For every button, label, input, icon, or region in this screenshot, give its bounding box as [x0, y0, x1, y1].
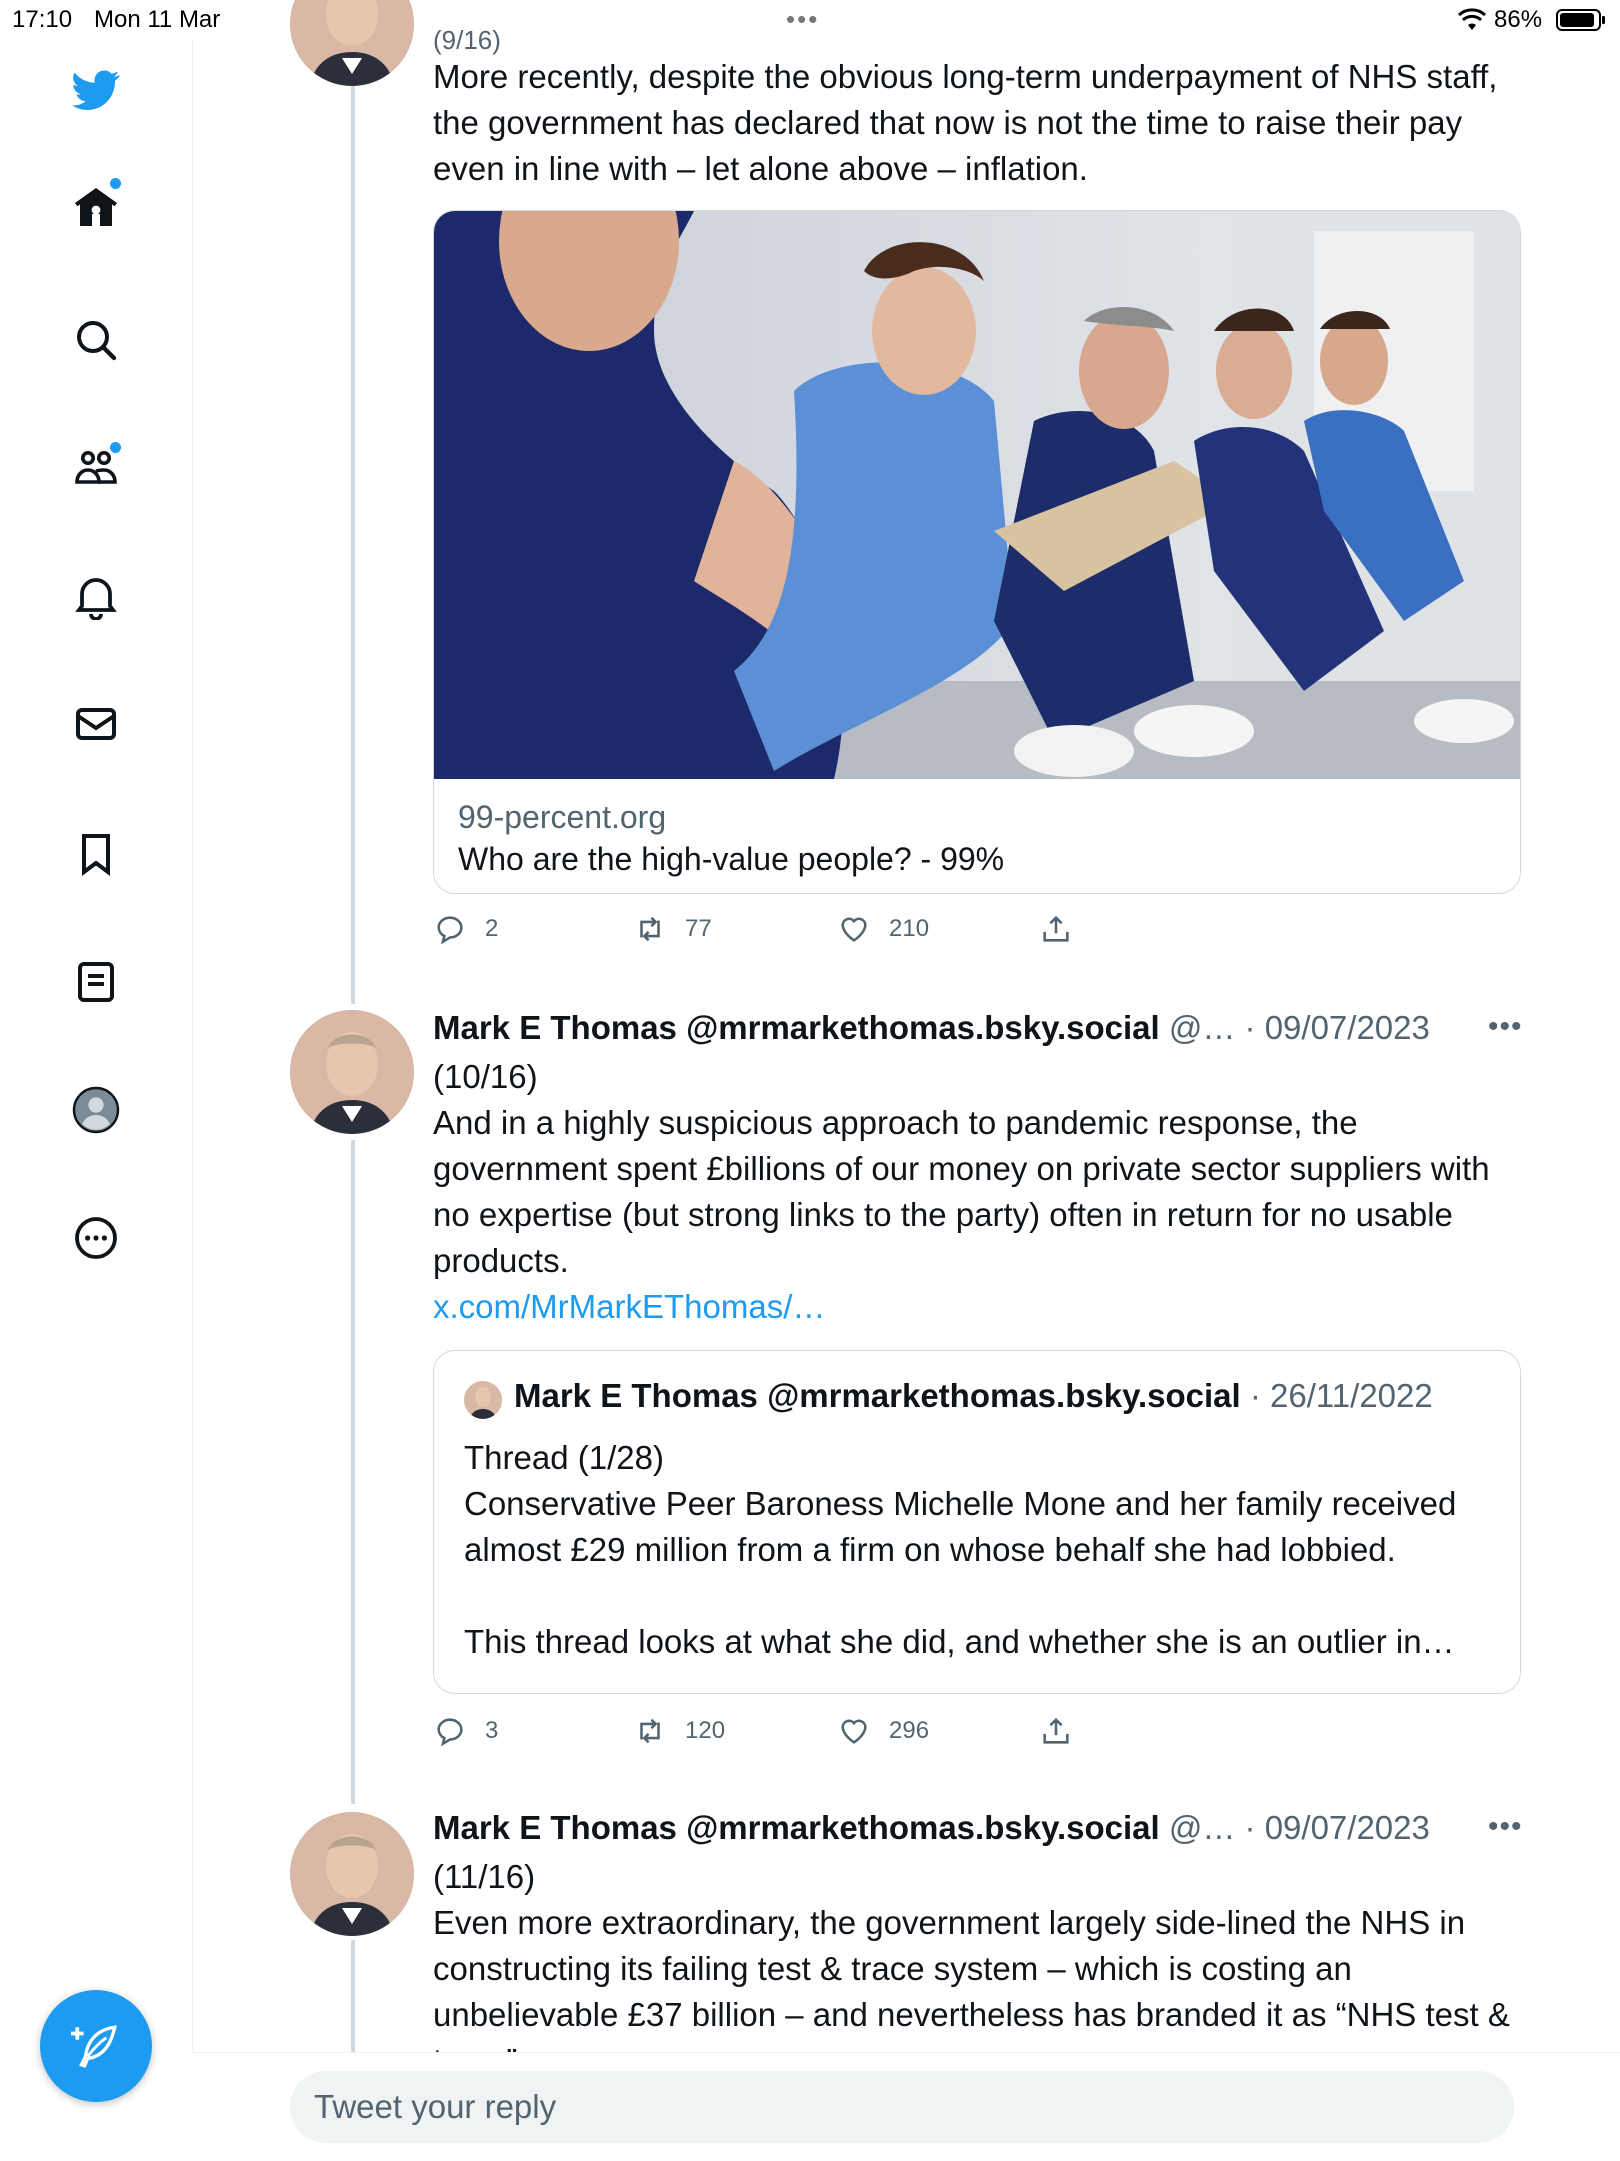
author-name[interactable]: Mark E Thomas @mrmarkethomas.bsky.social: [433, 1809, 1160, 1846]
share-icon: [1043, 1717, 1069, 1744]
bell-icon[interactable]: [68, 568, 124, 624]
home-icon[interactable]: [68, 178, 124, 236]
more-options-icon[interactable]: •••: [1488, 1810, 1523, 1844]
tweet-link[interactable]: x.com/MrMarkEThomas/…: [433, 1284, 1533, 1330]
quoted-text: Thread (1/28) Conservative Peer Baroness…: [464, 1439, 1457, 1660]
tweet-text: And in a highly suspicious approach to p…: [433, 1104, 1490, 1279]
tweet-actions: 3 120 296: [433, 1714, 1193, 1754]
tweet-meta: @… · 09/07/2023: [1168, 1809, 1430, 1846]
battery-icon: [1556, 9, 1605, 31]
tweet-counter: (10/16): [433, 1058, 538, 1095]
reply-icon: [437, 916, 463, 945]
reply-button[interactable]: 3: [433, 1714, 498, 1748]
compose-tweet-button[interactable]: [40, 1990, 152, 2102]
communities-notification-dot: [110, 442, 121, 453]
share-button[interactable]: [1039, 912, 1091, 946]
thread-connector: [351, 84, 355, 1004]
tweet-text: More recently, despite the obvious long-…: [433, 58, 1498, 187]
reply-count: 2: [485, 915, 499, 942]
heart-icon: [841, 917, 867, 942]
more-options-icon[interactable]: •••: [1488, 1010, 1523, 1044]
retweet-count: 77: [685, 915, 712, 942]
retweet-icon: [640, 916, 660, 942]
like-button[interactable]: 210: [837, 912, 929, 946]
like-button[interactable]: 296: [837, 1714, 929, 1748]
heart-icon: [841, 1719, 867, 1744]
quoted-header: Mark E Thomas @mrmarkethomas.bsky.social…: [514, 1377, 1433, 1415]
status-date: Mon 11 Mar: [94, 6, 221, 33]
reply-icon: [437, 1718, 463, 1747]
wifi-icon: [1457, 8, 1487, 30]
quoted-tweet[interactable]: Mark E Thomas @mrmarkethomas.bsky.social…: [433, 1350, 1521, 1694]
multitasking-dots-icon[interactable]: •••: [786, 4, 819, 35]
battery-percent: 86%: [1494, 6, 1543, 33]
share-icon: [1043, 915, 1069, 942]
reply-button[interactable]: 2: [433, 912, 498, 946]
reply-input[interactable]: [290, 2071, 1514, 2143]
thread-connector: [351, 1940, 355, 2052]
link-card-domain: 99-percent.org: [458, 799, 667, 835]
like-count: 296: [889, 1717, 930, 1744]
more-circle-icon[interactable]: [68, 1210, 124, 1266]
like-count: 210: [889, 915, 930, 942]
retweet-icon: [640, 1718, 660, 1744]
tweet-header: Mark E Thomas @mrmarkethomas.bsky.social…: [433, 1008, 1430, 1048]
quoted-author-name: Mark E Thomas @mrmarkethomas.bsky.social: [514, 1377, 1241, 1414]
status-bar: 17:10 Mon 11 Mar ••• 86%: [0, 0, 1620, 40]
author-avatar[interactable]: [290, 0, 414, 86]
link-card[interactable]: 99-percent.org Who are the high-value pe…: [433, 210, 1521, 894]
retweet-count: 120: [685, 1717, 726, 1744]
list-icon[interactable]: [68, 954, 124, 1010]
communities-icon[interactable]: [68, 440, 124, 496]
avatar-icon[interactable]: [68, 1082, 124, 1138]
link-card-title: Who are the high-value people? - 99%: [458, 841, 1005, 877]
tweet-text: Even more extraordinary, the government …: [433, 1904, 1510, 2052]
tweet-counter: (11/16): [433, 1858, 536, 1895]
author-avatar[interactable]: [290, 1812, 414, 1936]
thread-connector: [351, 1140, 355, 1804]
status-time: 17:10: [12, 6, 73, 33]
author-name[interactable]: Mark E Thomas @mrmarkethomas.bsky.social: [433, 1009, 1160, 1046]
tweet-header: Mark E Thomas @mrmarkethomas.bsky.social…: [433, 1808, 1430, 1848]
quoted-author-avatar: [464, 1381, 502, 1419]
twitter-bird-icon[interactable]: [68, 62, 124, 118]
search-icon[interactable]: [68, 312, 124, 368]
sidebar-nav: [0, 40, 193, 2160]
home-notification-dot: [110, 178, 121, 189]
quoted-date: · 26/11/2022: [1249, 1377, 1433, 1414]
bookmark-icon[interactable]: [68, 826, 124, 882]
share-button[interactable]: [1039, 1714, 1091, 1748]
link-card-image: [434, 211, 1520, 779]
retweet-button[interactable]: 77: [633, 912, 712, 946]
retweet-button[interactable]: 120: [633, 1714, 725, 1748]
author-avatar[interactable]: [290, 1010, 414, 1134]
reply-count: 3: [485, 1717, 499, 1744]
reply-bar: [192, 2052, 1620, 2161]
mail-icon[interactable]: [68, 696, 124, 752]
tweet-meta: @… · 09/07/2023: [1168, 1009, 1430, 1046]
feather-plus-icon: [71, 2025, 117, 2068]
tweet-actions: 2 77 210: [433, 912, 1193, 952]
